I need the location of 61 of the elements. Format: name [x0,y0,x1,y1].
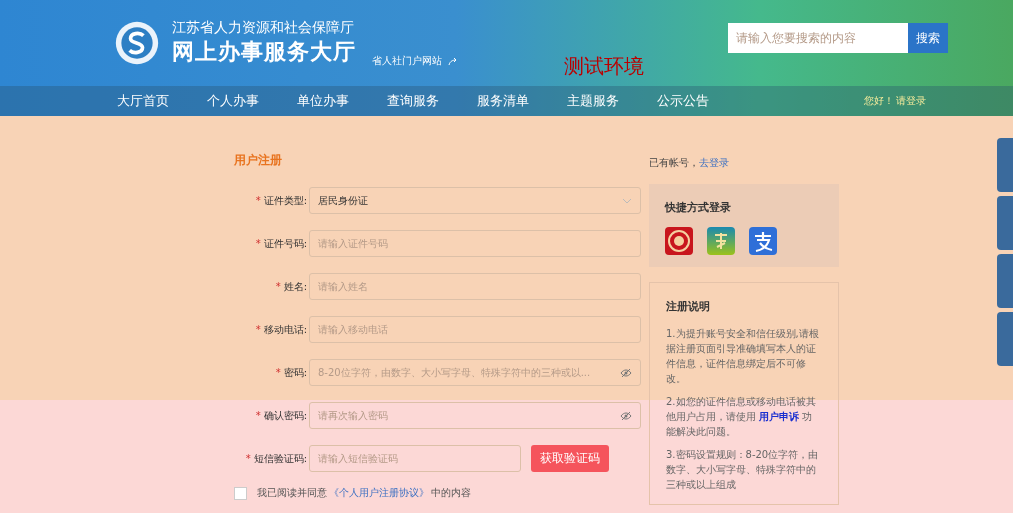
search-field[interactable]: 请输入您要搜索的内容 [728,23,908,53]
agreement-checkbox[interactable] [234,486,247,500]
account-prompt: 已有帐号， [649,157,699,168]
select-value: 居民身份证 [318,193,369,208]
nav-item[interactable]: 个人办事 [207,92,259,110]
input-field[interactable]: 请输入证件号码 [309,230,641,257]
org-name: 江苏省人力资源和社会保障厅 [172,19,355,37]
field-label: 确认密码: [263,408,307,423]
required-mark: * [255,195,261,206]
nav-item[interactable]: 单位办事 [297,92,349,110]
emblem-app-icon[interactable] [665,227,693,255]
chevron-down-icon [622,197,632,204]
search-button[interactable]: 搜索 [908,23,948,53]
note-paragraph: 3.密码设置规则：8-20位字符，由数字、大小写字母、特殊字符中的三种或以上组成 [666,448,820,492]
field-label: 证件号码: [263,236,307,251]
app-icon[interactable] [707,227,735,255]
nav-item[interactable]: 查询服务 [387,92,439,110]
floating-side-tab[interactable] [997,138,1013,192]
input-field[interactable]: 请输入短信验证码 [309,445,521,472]
eye-hidden-icon [620,368,632,378]
required-mark: * [255,324,261,335]
note-paragraph: 2.如您的证件信息或移动电话被其他用户占用，请使用 用户申诉 功能解决此问题。 [666,395,817,439]
floating-side-tab[interactable] [997,254,1013,308]
field-label: 短信验证码: [253,451,307,466]
agreement-text: 中的内容 [431,486,471,500]
input-field[interactable]: 请输入姓名 [309,273,641,300]
site-title: 网上办事服务大厅 [172,38,356,66]
get-code-button[interactable]: 获取验证码 [531,445,609,472]
note-paragraph: 1.为提升账号安全和信任级别,请根据注册页面引导准确填写本人的证件信息，证件信息绑定后不可修改。 [666,327,820,386]
panel-title: 注册说明 [666,299,711,314]
floating-side-tab[interactable] [997,196,1013,250]
nav-item[interactable]: 大厅首页 [117,92,169,110]
password-field[interactable]: 请再次输入密码 [309,402,641,429]
required-mark: * [245,453,251,464]
login-link[interactable]: 去登录 [699,157,729,168]
required-mark: * [255,410,261,421]
required-mark: * [275,367,281,378]
field-label: 密码: [283,365,307,380]
floating-side-tab[interactable] [997,312,1013,366]
select-field[interactable]: 居民身份证 [309,187,641,214]
nav-item[interactable]: 主题服务 [567,92,619,110]
nav-item[interactable]: 服务清单 [477,92,529,110]
required-mark: * [255,238,261,249]
panel-title: 快捷方式登录 [665,200,732,215]
payment-app-icon[interactable] [749,227,777,255]
environment-label: 测试环境 [564,52,644,80]
agreement-link[interactable]: 《个人用户注册协议》 [329,486,429,500]
nav-item[interactable]: 公示公告 [657,92,709,110]
portal-link[interactable]: 省人社门户网站 [372,54,442,68]
field-label: 移动电话: [263,322,307,337]
eye-hidden-icon [620,411,632,421]
greeting-text: 您好！ [864,94,894,108]
field-label: 姓名: [283,279,307,294]
input-field[interactable]: 请输入移动电话 [309,316,641,343]
required-mark: * [275,281,281,292]
share-icon [448,56,458,66]
logo-icon [114,20,160,66]
agreement-text: 我已阅读并同意 [257,486,327,500]
field-label: 证件类型: [263,193,307,208]
form-title: 用户注册 [234,152,283,169]
login-link[interactable]: 请登录 [896,94,926,108]
